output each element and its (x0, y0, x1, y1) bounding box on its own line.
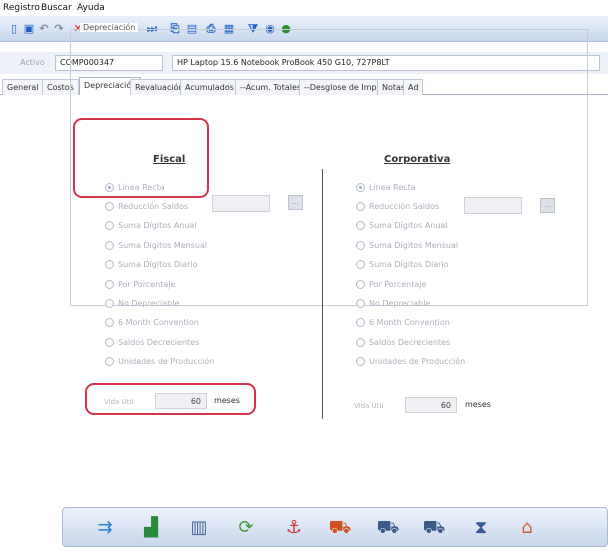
option-label: Por Porcentaje (118, 279, 176, 289)
radio-button[interactable] (105, 221, 114, 231)
radio-button[interactable] (105, 318, 114, 328)
radio-button[interactable] (356, 337, 365, 347)
bottom-toolbar: ⇉ ▟ ▥ ⟳ ⚓ ⛟ ⛟ ⛟ ⧗ ⌂ (62, 507, 608, 547)
column-divider (322, 169, 323, 419)
option-label: Suma Dígitos Mensual (369, 240, 459, 250)
radio-button[interactable] (105, 260, 114, 270)
option-label: Reducción Saldos (369, 201, 440, 211)
undo-icon[interactable]: ↶ (36, 21, 52, 37)
save-icon[interactable]: ▣ (21, 21, 37, 37)
new-icon[interactable]: ▯ (6, 21, 22, 37)
corporativa-vida-input[interactable]: 60 (405, 397, 457, 413)
fiscal-option[interactable]: Suma Dígitos Anual (105, 220, 197, 232)
archive-icon[interactable]: ⌂ (515, 516, 539, 540)
option-label: Suma Dígitos Anual (369, 221, 448, 231)
option-label: Línea Recta (369, 182, 416, 192)
redo-icon[interactable]: ↷ (51, 21, 67, 37)
radio-button[interactable] (105, 279, 114, 289)
hourglass-icon[interactable]: ⧗ (469, 516, 493, 540)
corporativa-vida-label: Vida Útil (354, 402, 384, 410)
radio-button[interactable] (356, 260, 365, 270)
option-label: Suma Dígitos Diario (369, 260, 449, 270)
option-label: Reducción Saldos (118, 201, 189, 211)
fiscal-option[interactable]: 6 Month Convention (105, 317, 199, 329)
radio-button[interactable] (356, 318, 365, 328)
tab-general[interactable]: General (2, 79, 44, 95)
option-label: No Depreciable (118, 298, 180, 308)
menu-bar: Registro Buscar Ayuda (0, 0, 608, 16)
stock-icon[interactable]: ▥ (187, 516, 211, 540)
radio-button[interactable] (356, 357, 365, 367)
chart-icon[interactable]: ▟ (139, 516, 163, 540)
option-label: Unidades de Producción (369, 357, 466, 367)
fiscal-saldos-input[interactable] (212, 195, 270, 212)
menu-buscar[interactable]: Buscar (41, 3, 72, 13)
radio-button[interactable] (356, 201, 365, 211)
transfer-icon[interactable]: ⇉ (93, 516, 117, 540)
fiscal-option[interactable]: Saldos Decrecientes (105, 336, 199, 348)
corporativa-option[interactable]: No Depreciable (356, 297, 430, 309)
move-in-icon[interactable]: ⛟ (376, 516, 400, 540)
radio-button[interactable] (105, 357, 114, 367)
menu-registro[interactable]: Registro (3, 3, 40, 13)
corporativa-browse-button[interactable]: ... (540, 198, 555, 213)
corporativa-option[interactable]: Saldos Decrecientes (356, 336, 450, 348)
option-label: Suma Dígitos Mensual (118, 240, 208, 250)
anchor-icon[interactable]: ⚓ (282, 516, 306, 540)
option-label: No Depreciable (369, 298, 431, 308)
option-label: Suma Dígitos Anual (118, 221, 197, 231)
asset-label: Activo (20, 58, 45, 67)
highlight-depreciacion-fiscal (73, 118, 209, 198)
corporativa-option[interactable]: Unidades de Producción (356, 356, 465, 368)
corporativa-option[interactable]: Línea Recta (356, 181, 416, 193)
group-title: Depreciación (80, 23, 139, 32)
corporativa-option[interactable]: Reducción Saldos (356, 200, 439, 212)
fiscal-option[interactable]: Suma Dígitos Mensual (105, 239, 207, 251)
fiscal-browse-button[interactable]: ... (288, 195, 303, 210)
radio-button[interactable] (356, 298, 365, 308)
radio-button[interactable] (356, 182, 365, 192)
corporativa-option[interactable]: Por Porcentaje (356, 278, 426, 290)
radio-button[interactable] (105, 337, 114, 347)
option-label: 6 Month Convention (369, 318, 450, 328)
fiscal-option[interactable]: No Depreciable (105, 297, 179, 309)
option-label: Por Porcentaje (369, 279, 427, 289)
radio-button[interactable] (356, 221, 365, 231)
menu-ayuda[interactable]: Ayuda (77, 3, 105, 13)
option-label: Saldos Decrecientes (118, 337, 200, 347)
move-out-icon[interactable]: ⛟ (422, 516, 446, 540)
corporativa-option[interactable]: Suma Dígitos Mensual (356, 239, 458, 251)
corporativa-option[interactable]: 6 Month Convention (356, 317, 450, 329)
fiscal-option[interactable]: Reducción Saldos (105, 200, 188, 212)
fiscal-option[interactable]: Unidades de Producción (105, 356, 214, 368)
fiscal-option[interactable]: Por Porcentaje (105, 278, 175, 290)
radio-button[interactable] (356, 279, 365, 289)
refresh-icon[interactable]: ⟳ (234, 516, 258, 540)
radio-button[interactable] (105, 298, 114, 308)
radio-button[interactable] (356, 240, 365, 250)
option-label: 6 Month Convention (118, 318, 199, 328)
corporativa-title: Corporativa (384, 154, 451, 165)
option-label: Suma Dígitos Diario (118, 260, 198, 270)
option-label: Unidades de Producción (118, 357, 215, 367)
corporativa-saldos-input[interactable] (464, 197, 522, 214)
corporativa-option[interactable]: Suma Dígitos Diario (356, 259, 449, 271)
option-label: Saldos Decrecientes (369, 337, 451, 347)
corporativa-vida-unit: meses (465, 400, 491, 409)
corporativa-option[interactable]: Suma Dígitos Anual (356, 220, 448, 232)
radio-button[interactable] (105, 201, 114, 211)
fiscal-option[interactable]: Suma Dígitos Diario (105, 259, 198, 271)
delivery-truck-icon[interactable]: ⛟ (328, 516, 352, 540)
highlight-vida-util (85, 383, 256, 415)
radio-button[interactable] (105, 240, 114, 250)
